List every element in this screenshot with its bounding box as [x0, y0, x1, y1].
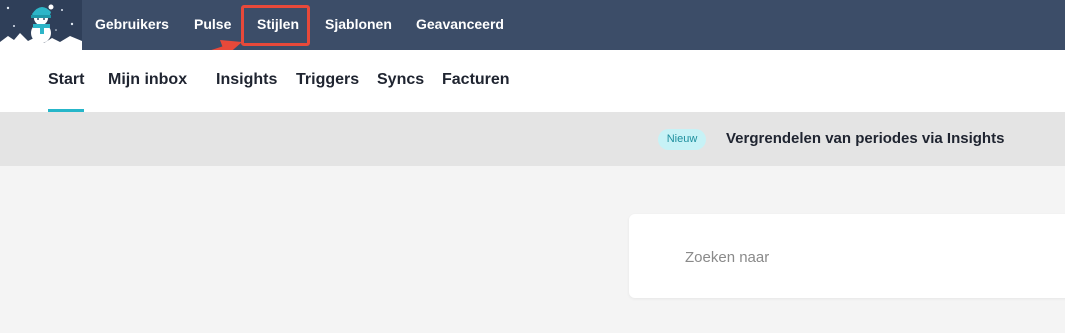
announcement-link[interactable]: Vergrendelen van periodes via Insights: [726, 130, 1004, 147]
tab-facturen[interactable]: Facturen: [442, 71, 510, 89]
topnav-item-gebruikers[interactable]: Gebruikers: [95, 16, 169, 32]
new-badge: Nieuw: [658, 129, 706, 150]
tab-mijn-inbox[interactable]: Mijn inbox: [108, 71, 187, 89]
topnav-item-sjablonen[interactable]: Sjablonen: [325, 16, 392, 32]
secondary-navigation: Start Mijn inbox Insights Triggers Syncs…: [0, 50, 1065, 112]
tab-start[interactable]: Start: [48, 71, 84, 89]
highlight-box: [241, 5, 310, 46]
topnav-item-geavanceerd[interactable]: Geavanceerd: [416, 16, 504, 32]
tab-triggers[interactable]: Triggers: [296, 71, 359, 89]
snowman-logo-icon[interactable]: [0, 0, 82, 50]
topnav-item-pulse[interactable]: Pulse: [194, 16, 231, 32]
tab-syncs[interactable]: Syncs: [377, 71, 424, 89]
tab-insights[interactable]: Insights: [216, 71, 277, 89]
search-input[interactable]: [685, 246, 1045, 268]
